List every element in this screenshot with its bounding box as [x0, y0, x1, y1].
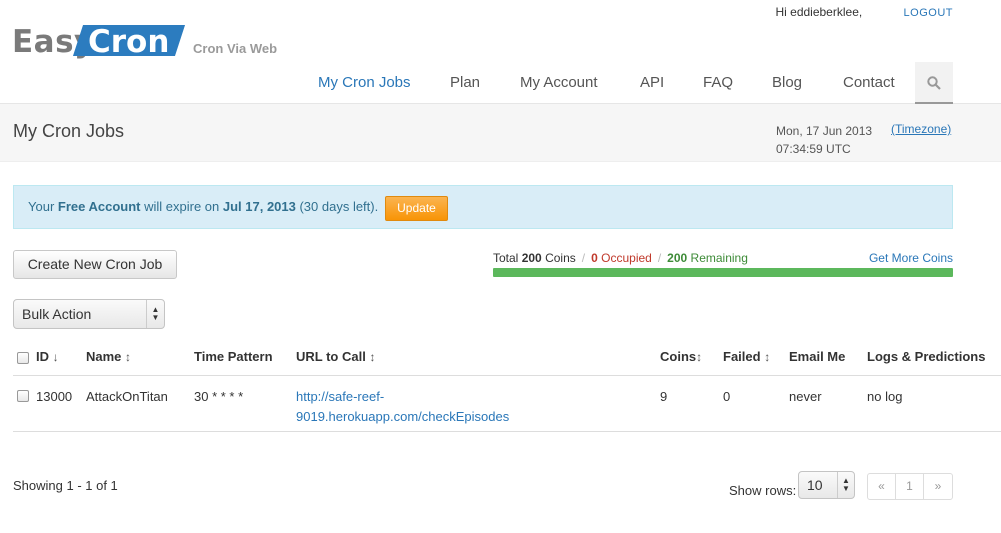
- header-time-pattern: Time Pattern: [194, 349, 273, 364]
- header-failed[interactable]: Failed ↕: [723, 349, 770, 364]
- page-title-bar: My Cron Jobs Mon, 17 Jun 2013 07:34:59 U…: [0, 104, 1001, 162]
- select-arrows-icon: ▲ ▼: [146, 300, 164, 328]
- site-header: Easy Cron Cron Via Web Hi eddieberklee, …: [0, 0, 1001, 104]
- cell-id: 13000: [36, 389, 73, 404]
- search-button[interactable]: [915, 62, 953, 104]
- table-header-row: ID ↓ Name ↕ Time Pattern URL to Call ↕ C…: [13, 339, 1001, 376]
- pager-next-button[interactable]: »: [924, 474, 952, 499]
- current-time: 07:34:59 UTC: [776, 142, 851, 156]
- page-title: My Cron Jobs: [13, 121, 125, 141]
- cell-url-link[interactable]: http://safe-reef- 9019.herokuapp.com/che…: [296, 387, 509, 427]
- bulk-action-select[interactable]: Bulk Action ▲ ▼: [13, 299, 165, 329]
- sort-icon: ↕: [696, 350, 703, 364]
- logo-cron-text: Cron: [88, 24, 170, 60]
- account-expiry-alert: Your Free Account will expire on Jul 17,…: [13, 185, 953, 229]
- create-cron-job-button[interactable]: Create New Cron Job: [13, 250, 177, 279]
- select-all-checkbox[interactable]: [17, 352, 29, 364]
- nav-my-cron-jobs[interactable]: My Cron Jobs: [318, 62, 411, 104]
- separator: /: [657, 251, 662, 265]
- header-url[interactable]: URL to Call ↕: [296, 349, 375, 364]
- show-rows-label: Show rows:: [729, 483, 797, 498]
- update-button[interactable]: Update: [385, 196, 448, 221]
- table-row: 13000 AttackOnTitan 30 * * * * http://sa…: [13, 376, 1001, 432]
- current-date: Mon, 17 Jun 2013: [776, 124, 873, 138]
- alert-account-type: Free Account: [57, 199, 141, 214]
- coins-summary: Total 200 Coins / 0 Occupied / 200 Remaining…: [493, 251, 953, 265]
- cell-logs: no log: [867, 389, 903, 404]
- cell-time-pattern: 30 * * * *: [194, 389, 244, 404]
- alert-expiry-date: Jul 17, 2013: [222, 199, 296, 214]
- coins-remaining: 200 Remaining: [667, 251, 748, 265]
- coins-total-value: 200: [521, 251, 542, 265]
- timezone-link[interactable]: (Timezone): [891, 122, 951, 136]
- sort-icon: ↕: [369, 350, 376, 364]
- cell-email-me: never: [789, 389, 822, 404]
- coins-total-label: Total: [493, 251, 519, 265]
- rows-per-page-value: 10: [807, 477, 823, 493]
- rows-per-page-select[interactable]: 10 ▲ ▼: [798, 471, 855, 499]
- alert-prefix: Your: [28, 199, 58, 214]
- cell-name[interactable]: AttackOnTitan: [86, 387, 168, 407]
- nav-my-account[interactable]: My Account: [520, 62, 598, 104]
- coins-total-unit: Coins: [545, 251, 576, 265]
- sort-icon: ↕: [764, 350, 771, 364]
- nav-faq[interactable]: FAQ: [703, 62, 733, 104]
- alert-message: Your Free Account will expire on Jul 17,…: [28, 199, 378, 214]
- pager-page-1[interactable]: 1: [896, 474, 924, 499]
- header-coins[interactable]: Coins↕: [660, 349, 702, 364]
- header-email-me: Email Me: [789, 349, 846, 364]
- logout-link[interactable]: LOGOUT: [904, 7, 953, 19]
- header-id[interactable]: ID ↓: [36, 349, 59, 364]
- nav-plan[interactable]: Plan: [450, 62, 480, 104]
- search-icon: [927, 76, 941, 90]
- bulk-action-value: Bulk Action: [22, 306, 92, 322]
- select-arrows-icon: ▲ ▼: [837, 472, 854, 498]
- url-line-2: 9019.herokuapp.com/checkEpisodes: [296, 409, 510, 424]
- row-checkbox[interactable]: [17, 390, 29, 402]
- pagination: « 1 »: [867, 473, 953, 500]
- alert-suffix: (30 days left).: [295, 199, 379, 214]
- sort-desc-icon: ↓: [52, 350, 59, 364]
- user-greeting: Hi eddieberklee,: [775, 5, 863, 19]
- cell-failed: 0: [723, 389, 731, 404]
- user-bar: Hi eddieberklee, LOGOUT: [775, 5, 953, 19]
- current-datetime: Mon, 17 Jun 2013 07:34:59 UTC: [776, 122, 872, 158]
- header-name[interactable]: Name ↕: [86, 349, 131, 364]
- cell-coins: 9: [660, 389, 668, 404]
- tagline: Cron Via Web: [193, 41, 278, 56]
- coins-progress-bar: [493, 268, 953, 277]
- nav-api[interactable]: API: [640, 62, 664, 104]
- header-logs: Logs & Predictions: [867, 349, 986, 364]
- sort-icon: ↕: [125, 350, 132, 364]
- separator: /: [581, 251, 586, 265]
- get-more-coins-link[interactable]: Get More Coins: [869, 251, 953, 265]
- nav-blog[interactable]: Blog: [772, 62, 802, 104]
- coins-occupied: 0 Occupied: [591, 251, 652, 265]
- url-line-1: http://safe-reef-: [296, 389, 385, 404]
- showing-count: Showing 1 - 1 of 1: [13, 478, 118, 493]
- pager-prev-button[interactable]: «: [868, 474, 896, 499]
- nav-contact[interactable]: Contact: [843, 62, 895, 104]
- coins-total: Total 200 Coins: [493, 251, 576, 265]
- alert-middle: will expire on: [140, 199, 223, 214]
